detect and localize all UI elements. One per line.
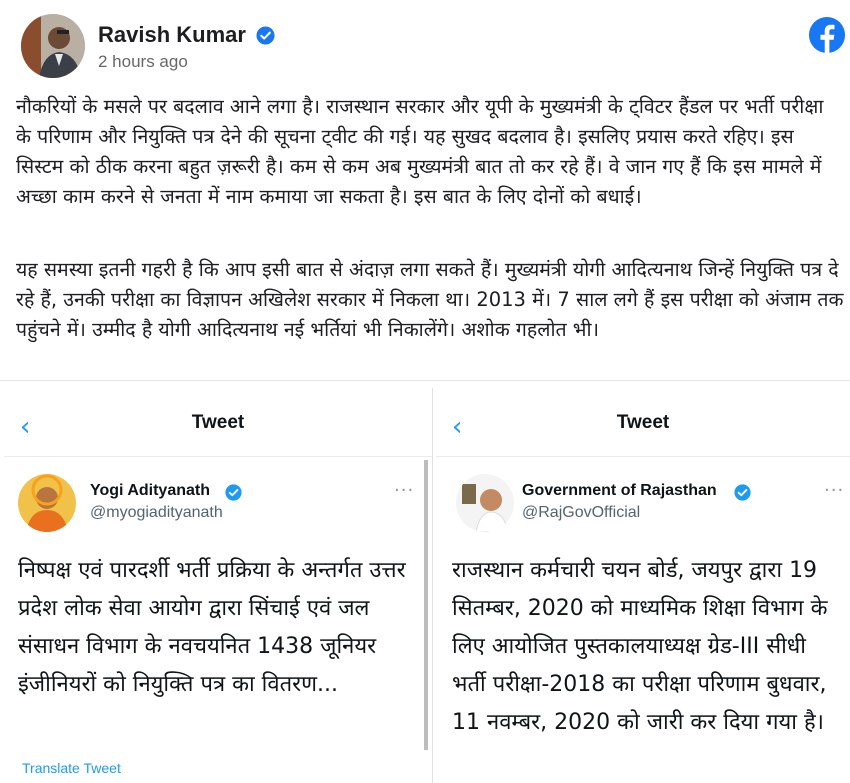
tweet-nav-title: Tweet xyxy=(616,412,670,433)
verified-badge-icon xyxy=(734,484,751,501)
tweet-avatar[interactable] xyxy=(456,474,514,532)
post-paragraph-1: नौकरियों के मसले पर बदलाव आने लगा है। रा… xyxy=(16,95,824,208)
translate-tweet-link[interactable]: Translate Tweet xyxy=(22,760,121,776)
post-header: Ravish Kumar 2 hours ago xyxy=(0,0,850,86)
post-body: नौकरियों के मसले पर बदलाव आने लगा है। रा… xyxy=(16,92,844,341)
tweet-nav-bar: ‹ Tweet xyxy=(4,406,432,446)
tweet-text: निष्पक्ष एवं पारदर्शी भर्ती प्रक्रिया के… xyxy=(18,558,406,697)
facebook-logo-icon[interactable] xyxy=(808,16,846,54)
post-paragraph-2: यह समस्या इतनी गहरी है कि आप इसी बात से … xyxy=(16,258,844,341)
tweet-author-handle[interactable]: @RajGovOfficial xyxy=(522,504,640,522)
tweet-author-name[interactable]: Yogi Adityanath xyxy=(90,482,210,500)
scrollbar[interactable] xyxy=(424,460,428,750)
tweet-card-yogi[interactable]: ‹ Tweet Yogi Adityanath @myogiadityanath… xyxy=(4,388,433,783)
tweet-text: राजस्थान कर्मचारी चयन बोर्ड, जयपुर द्वार… xyxy=(452,558,828,735)
author-avatar[interactable] xyxy=(21,14,85,78)
nav-separator xyxy=(436,456,850,457)
verified-badge-icon xyxy=(225,484,242,501)
verified-badge-icon xyxy=(256,26,275,45)
tweet-author-name[interactable]: Government of Rajasthan xyxy=(522,482,717,500)
nav-separator xyxy=(4,456,432,457)
tweet-nav-bar: ‹ Tweet xyxy=(436,406,850,446)
author-name[interactable]: Ravish Kumar xyxy=(98,22,246,48)
post-divider xyxy=(0,380,850,381)
tweet-author-handle[interactable]: @myogiadityanath xyxy=(90,504,223,522)
more-options-icon[interactable]: ··· xyxy=(394,480,414,501)
more-options-icon[interactable]: ··· xyxy=(824,480,844,501)
tweet-nav-title: Tweet xyxy=(191,412,245,433)
tweet-card-rajasthan[interactable]: ‹ Tweet Government of Rajasthan @RajGovO… xyxy=(436,388,850,783)
tweet-avatar[interactable] xyxy=(18,474,76,532)
post-timestamp[interactable]: 2 hours ago xyxy=(98,52,188,72)
